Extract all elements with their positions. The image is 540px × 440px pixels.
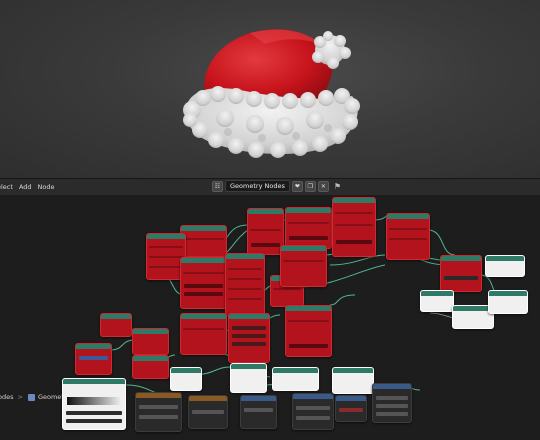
node-curve-to-mesh[interactable]	[225, 253, 265, 317]
node-switch[interactable]	[372, 383, 412, 423]
unlink-tree-button[interactable]: ✕	[317, 180, 329, 192]
node-distribute-points[interactable]	[180, 257, 227, 309]
node-instance-on-points[interactable]	[332, 197, 376, 257]
fake-user-button[interactable]: ❤	[291, 180, 303, 192]
3d-viewport[interactable]	[0, 0, 540, 178]
node-realize-instances[interactable]	[386, 213, 430, 260]
node-subdivide[interactable]	[180, 313, 227, 355]
node-spline-parameter[interactable]	[100, 313, 132, 337]
node-voronoi-texture[interactable]	[188, 395, 228, 429]
color-ramp-gradient	[67, 397, 121, 405]
node-math[interactable]	[240, 395, 277, 429]
node-tree-selector: ☷ Geometry Nodes ❤ ❐ ✕ ⚑	[212, 180, 341, 192]
node-join-geometry[interactable]	[280, 245, 327, 287]
santa-hat-render	[183, 29, 360, 158]
node-curve-to-points[interactable]	[247, 208, 284, 255]
node-editor-canvas[interactable]: odes > Geometry Nodes	[0, 195, 540, 440]
node-set-curve-radius[interactable]	[272, 367, 319, 391]
node-position[interactable]	[230, 363, 267, 393]
node-transform-geometry[interactable]	[180, 225, 227, 257]
node-random-value[interactable]	[75, 343, 112, 375]
node-noise-texture[interactable]	[135, 392, 182, 432]
node-set-shade-smooth[interactable]	[420, 290, 454, 312]
node-menu[interactable]: Node	[38, 183, 55, 191]
node-tree-name-field[interactable]: Geometry Nodes	[225, 180, 290, 192]
fur-brim	[183, 86, 360, 158]
node-float-curve[interactable]	[132, 355, 169, 379]
node-map-range[interactable]	[132, 328, 169, 355]
node-set-material[interactable]	[285, 305, 332, 357]
node-compare[interactable]	[335, 395, 367, 422]
node-tree-icon[interactable]: ☷	[212, 180, 223, 192]
node-mesh-boolean[interactable]	[488, 290, 528, 314]
select-menu[interactable]: elect	[0, 183, 13, 191]
node-mesh-to-points[interactable]	[228, 313, 270, 363]
node-group-output[interactable]	[485, 255, 525, 277]
node-set-position[interactable]	[285, 207, 332, 249]
node-vector-math[interactable]	[170, 367, 202, 391]
node-color-ramp[interactable]	[62, 378, 126, 430]
new-tree-button[interactable]: ❐	[304, 180, 316, 192]
node-combine-xyz[interactable]	[292, 393, 334, 430]
pin-icon[interactable]: ⚑	[334, 182, 341, 191]
node-merge-by-distance[interactable]	[440, 255, 482, 292]
node-align-euler[interactable]	[332, 367, 374, 394]
node-editor-header: elect Add Node ☷ Geometry Nodes ❤ ❐ ✕ ⚑	[0, 178, 540, 195]
add-menu[interactable]: Add	[19, 183, 32, 191]
